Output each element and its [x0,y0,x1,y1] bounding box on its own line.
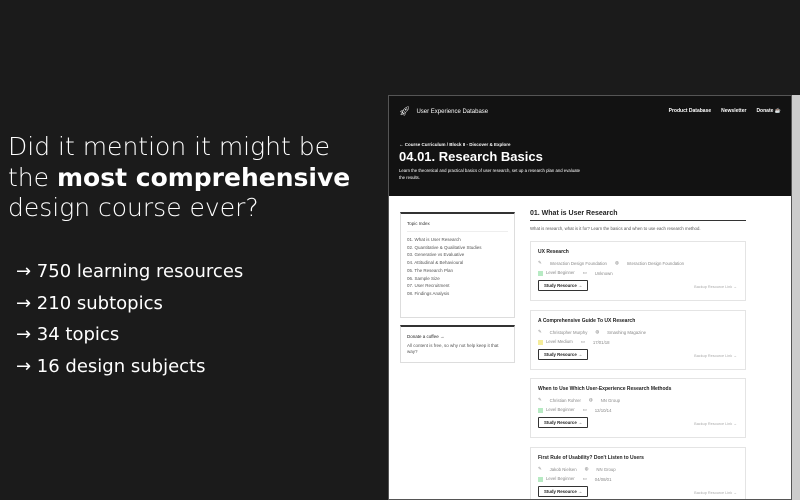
study-resource-button[interactable]: Study Resource → [538,417,589,428]
breadcrumb[interactable]: ← Course Curriculum / Block II - Discove… [399,142,511,147]
main-nav: Product Database Newsletter Donate ☕ [669,108,781,114]
resource-date: 17/01/18 [592,339,610,345]
headline-line-3: design course ever? [8,193,259,222]
headline-emphasis: most comprehensive [56,162,351,192]
headline-line-2: the [8,162,57,192]
resource-author: Interaction Design Foundation [549,260,607,266]
resource-card: A Comprehensive Guide To UX Research ✎ Ch… [530,310,746,370]
study-resource-button[interactable]: Study Resource → [538,486,589,497]
globe-icon: ◍ [614,260,619,265]
level-swatch [538,339,543,345]
topic-link[interactable]: 08. Findings Analysis [407,290,508,298]
resource-publisher: Smashing Magazine [607,329,647,335]
pencil-icon: ✎ [538,397,542,402]
stat-item: → 34 topics [16,324,120,346]
nav-donate[interactable]: Donate ☕ [756,108,781,114]
resource-level: Level Beginner [546,270,575,276]
topic-link[interactable]: 06. Sample Size [407,275,508,283]
level-swatch [538,407,543,413]
backup-resource-link[interactable]: Backup Resource Link → [694,354,737,358]
headline-line-1: Did it mention it might be [8,132,330,161]
resource-publisher: NN Group [596,466,616,472]
resource-publisher: Interaction Design Foundation [626,260,685,266]
study-resource-button[interactable]: Study Resource → [538,349,589,360]
topic-link[interactable]: 03. Generative vs Evaluative [407,251,508,259]
scrollbar[interactable] [792,95,800,500]
nav-product-database[interactable]: Product Database [669,108,712,114]
pencil-icon: ✎ [538,466,542,471]
site-header: 🚀︎ User Experience Database Product Datab… [389,96,791,196]
globe-icon: ◍ [588,397,593,402]
section-description: What is research, what is it for? Learn … [530,226,701,231]
browser-window: 🚀︎ User Experience Database Product Datab… [388,95,792,500]
pencil-icon: ✎ [538,260,542,265]
level-swatch [538,476,543,482]
donate-box: Donate a coffee → All content is free, s… [400,325,515,363]
calendar-icon: ▭ [580,339,585,344]
resource-level: Level Medium [546,339,573,345]
rocket-icon: 🚀︎ [399,106,411,116]
calendar-icon: ▭ [582,476,587,481]
topic-index: Topic Index 01. What is User Research 02… [400,212,515,318]
logo[interactable]: 🚀︎ User Experience Database [399,106,488,117]
section-title: 01. What is User Research [530,210,746,221]
donate-link[interactable]: Donate a coffee → [407,334,508,339]
resource-title[interactable]: UX Research [538,249,738,255]
stat-item: → 210 subtopics [16,292,163,314]
donate-text: All content is free, so why not help kee… [407,343,499,354]
headline: Did it mention it might be the most comp… [8,132,350,224]
resource-card: UX Research ✎ Interaction Design Foundati… [530,241,746,301]
topic-link[interactable]: 04. Attitudinal & Behavioural [407,259,508,267]
site-title: User Experience Database [416,108,489,115]
resource-author: Christopher Murphy [549,329,588,335]
page-title: 04.01. Research Basics [399,149,543,164]
calendar-icon: ▭ [582,407,587,412]
stats-list: → 750 learning resources → 210 subtopics… [16,258,243,385]
resource-card: First Rule of Usability? Don't Listen to… [530,447,746,499]
globe-icon: ◍ [584,466,589,471]
page-description: Learn the theoretical and practical basi… [399,168,581,180]
resource-title[interactable]: A Comprehensive Guide To UX Research [538,318,738,324]
resource-card: When to Use Which User-Experience Resear… [530,378,746,438]
resource-author: Jakob Nielsen [549,466,577,472]
resource-date: 12/10/14 [594,407,612,413]
calendar-icon: ▭ [582,270,587,275]
globe-icon: ◍ [595,329,600,334]
stat-item: → 750 learning resources [16,261,244,282]
topic-link[interactable]: 01. What is User Research [407,236,508,244]
resource-date: 04/08/01 [594,476,612,482]
resource-author: Christian Rohrer [549,397,581,403]
resource-publisher: NN Group [600,397,620,403]
topic-link[interactable]: 02. Quantitative & Qualitative Studies [407,244,508,252]
level-swatch [538,270,543,276]
resource-title[interactable]: First Rule of Usability? Don't Listen to… [538,455,738,461]
backup-resource-link[interactable]: Backup Resource Link → [694,491,737,495]
nav-newsletter[interactable]: Newsletter [721,108,746,114]
backup-resource-link[interactable]: Backup Resource Link → [694,285,737,289]
resource-title[interactable]: When to Use Which User-Experience Resear… [538,386,738,392]
topic-link[interactable]: 05. The Research Plan [407,267,508,275]
pencil-icon: ✎ [538,329,542,334]
topic-link[interactable]: 07. User Recruitment [407,282,508,290]
study-resource-button[interactable]: Study Resource → [538,280,589,291]
resource-date: Unknown [594,270,613,276]
resource-level: Level Beginner [546,407,575,413]
resource-level: Level Beginner [546,476,575,482]
topic-index-title: Topic Index [407,221,508,232]
stat-item: → 16 design subjects [16,356,206,378]
backup-resource-link[interactable]: Backup Resource Link → [694,422,737,426]
